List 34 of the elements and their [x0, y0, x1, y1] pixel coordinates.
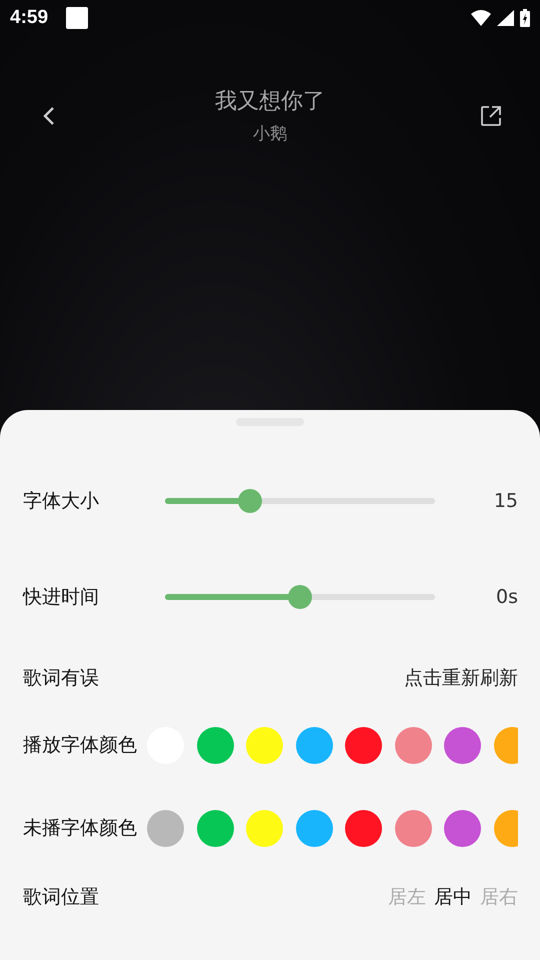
color-swatch[interactable] — [345, 810, 382, 846]
color-swatch[interactable] — [246, 810, 283, 846]
color-swatch[interactable] — [196, 810, 234, 846]
notification-icon — [66, 7, 88, 29]
setting-label: 快进时间 — [23, 585, 99, 610]
color-swatch[interactable] — [246, 726, 283, 764]
color-swatch[interactable] — [147, 810, 184, 846]
battery-icon — [520, 9, 530, 27]
slider-value: 15 — [494, 490, 518, 512]
color-swatch[interactable] — [196, 726, 234, 764]
setting-label: 未播字体颜色 — [23, 816, 137, 841]
share-icon — [479, 104, 503, 128]
refresh-link[interactable]: 点击重新刷新 — [404, 665, 518, 691]
alignment-option[interactable]: 居中 — [434, 884, 472, 910]
song-title: 我又想你了 — [215, 88, 325, 116]
color-swatch[interactable] — [444, 726, 481, 764]
color-swatch[interactable] — [296, 726, 332, 764]
setting-label: 字体大小 — [23, 489, 99, 514]
slider-thumb[interactable] — [238, 489, 262, 513]
color-swatch[interactable] — [345, 726, 382, 764]
wifi-icon — [471, 10, 491, 26]
color-swatch[interactable] — [394, 810, 432, 846]
slider-thumb[interactable] — [288, 585, 312, 609]
color-swatch[interactable] — [296, 810, 332, 846]
setting-label: 歌词位置 — [23, 885, 99, 910]
signal-icon — [497, 10, 514, 26]
setting-label: 播放字体颜色 — [23, 733, 137, 758]
slider-value: 0s — [496, 586, 518, 608]
back-icon — [42, 104, 56, 126]
status-time: 4:59 — [10, 7, 48, 29]
color-swatch[interactable] — [444, 810, 481, 846]
setting-label: 歌词有误 — [23, 666, 99, 691]
color-swatch[interactable] — [394, 726, 432, 764]
artist-name: 小鹅 — [253, 123, 287, 145]
